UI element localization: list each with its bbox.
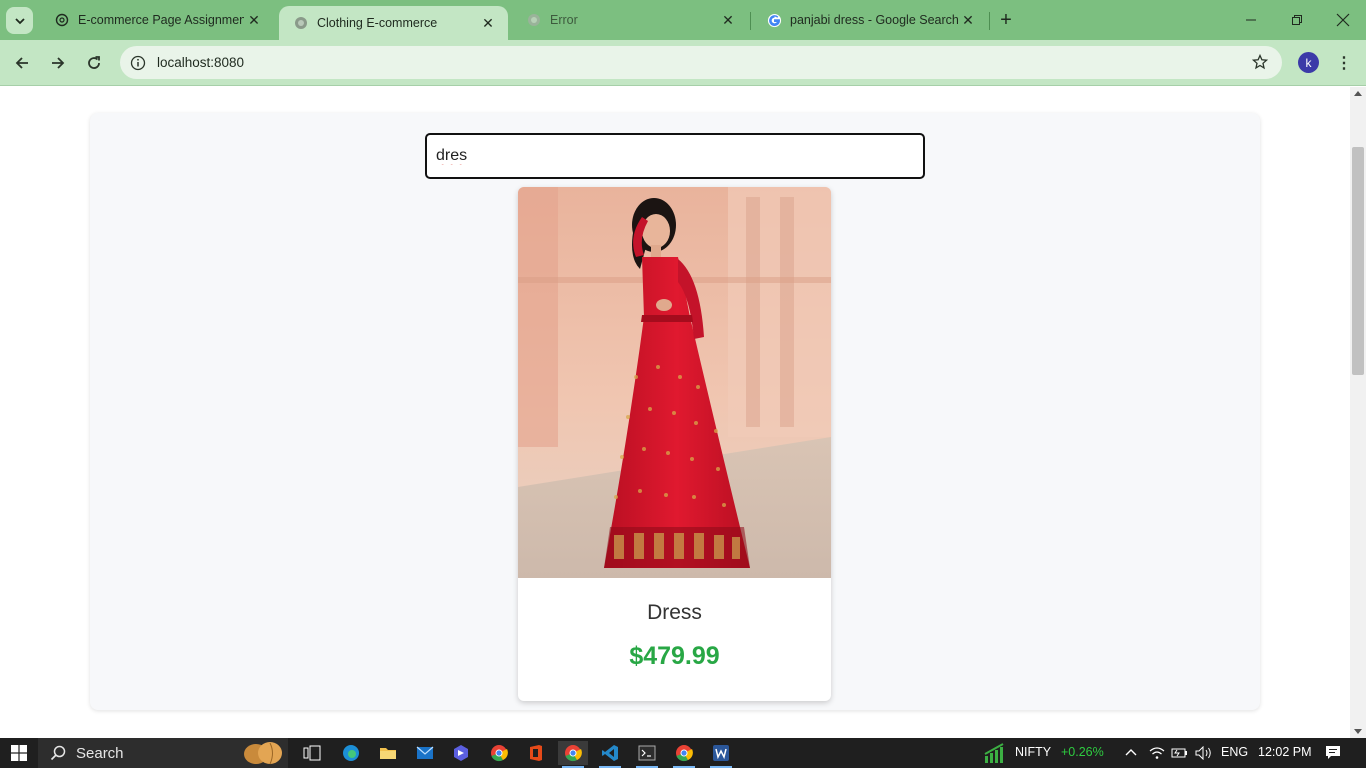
wifi-icon[interactable]: [1149, 746, 1165, 760]
tab-title: Error: [550, 13, 578, 27]
edge-browser-icon[interactable]: [336, 741, 366, 765]
product-card[interactable]: Dress $479.99: [518, 187, 831, 701]
profile-avatar[interactable]: k: [1298, 52, 1319, 73]
close-tab-icon[interactable]: ✕: [244, 10, 264, 30]
forward-arrow-icon[interactable]: [44, 49, 72, 77]
nifty-change: +0.26%: [1061, 745, 1104, 759]
restore-window-icon[interactable]: [1274, 0, 1320, 40]
product-name: Dress: [647, 601, 702, 624]
close-tab-icon[interactable]: ✕: [718, 10, 738, 30]
google-icon: [766, 12, 782, 28]
bookmark-star-icon[interactable]: [1250, 52, 1270, 72]
language-indicator[interactable]: ENG: [1221, 745, 1248, 759]
close-tab-icon[interactable]: ✕: [478, 13, 498, 33]
office-icon[interactable]: [521, 741, 551, 765]
page-viewport: Dress $479.99: [0, 87, 1350, 738]
browser-toolbar: localhost:8080 k ⋮: [0, 40, 1366, 86]
vscode-icon[interactable]: [595, 741, 625, 768]
taskbar-search-label: Search: [76, 744, 124, 762]
notification-icon[interactable]: [1325, 745, 1341, 761]
tab-title: panjabi dress - Google Search: [790, 13, 958, 27]
chrome-active-icon[interactable]: [558, 741, 588, 768]
mail-icon[interactable]: [410, 741, 440, 765]
scroll-thumb[interactable]: [1352, 147, 1364, 375]
close-window-icon[interactable]: [1320, 0, 1366, 40]
address-bar[interactable]: localhost:8080: [120, 46, 1282, 79]
taskbar-search-box[interactable]: Search: [38, 738, 288, 768]
reload-icon[interactable]: [80, 49, 108, 77]
tab-title: Clothing E-commerce: [317, 16, 438, 30]
globe-icon: [293, 15, 309, 31]
page-scrollbar[interactable]: [1350, 87, 1366, 738]
tab-separator: [750, 12, 751, 30]
tab-google-search[interactable]: panjabi dress - Google Search ✕: [752, 0, 988, 40]
chatgpt-icon: [54, 12, 70, 28]
chevron-down-icon: [14, 17, 25, 24]
copilot-app-icon[interactable]: [446, 741, 476, 765]
url-text: localhost:8080: [157, 55, 245, 70]
terminal-icon[interactable]: [632, 741, 662, 768]
minimize-window-icon[interactable]: [1228, 0, 1274, 40]
scroll-up-arrow-icon[interactable]: [1354, 91, 1362, 96]
product-price: $479.99: [629, 642, 720, 670]
tab-title: E-commerce Page Assignment: [78, 13, 244, 27]
clock-time[interactable]: 12:02 PM: [1258, 745, 1312, 759]
volume-icon[interactable]: [1195, 746, 1213, 760]
tab-error[interactable]: Error ✕: [512, 0, 748, 40]
chrome-icon[interactable]: [484, 741, 514, 765]
chevron-up-icon[interactable]: [1125, 747, 1137, 759]
product-container: Dress $479.99: [90, 113, 1260, 710]
back-arrow-icon[interactable]: [8, 49, 36, 77]
site-info-icon[interactable]: [128, 53, 148, 73]
product-image: [518, 187, 831, 578]
tab-search-button[interactable]: [6, 7, 33, 34]
globe-icon: [526, 12, 542, 28]
scroll-down-arrow-icon[interactable]: [1354, 729, 1362, 734]
nifty-label: NIFTY: [1015, 745, 1052, 759]
task-view-icon[interactable]: [297, 741, 327, 765]
windows-start-icon[interactable]: [0, 738, 38, 768]
battery-icon[interactable]: [1171, 747, 1189, 759]
search-highlight-icon: [244, 742, 282, 765]
file-explorer-icon[interactable]: [373, 741, 403, 765]
stock-chart-icon: [984, 743, 1004, 763]
word-icon[interactable]: [706, 741, 736, 768]
more-menu-icon[interactable]: ⋮: [1334, 51, 1354, 75]
new-tab-plus-icon[interactable]: +: [994, 8, 1018, 32]
close-tab-icon[interactable]: ✕: [958, 10, 978, 30]
tab-separator: [989, 12, 990, 30]
tab-ecommerce-assignment[interactable]: E-commerce Page Assignment ✕: [40, 0, 274, 40]
browser-tab-strip: E-commerce Page Assignment ✕ Clothing E-…: [0, 0, 1366, 40]
windows-taskbar: Search NIFTY +0.26% ENG 12:02 PM: [0, 738, 1366, 768]
product-search-input[interactable]: [425, 133, 925, 179]
chrome-profile-icon[interactable]: [669, 741, 699, 768]
tab-clothing-ecommerce[interactable]: Clothing E-commerce ✕: [279, 6, 508, 40]
search-icon: [50, 745, 66, 761]
